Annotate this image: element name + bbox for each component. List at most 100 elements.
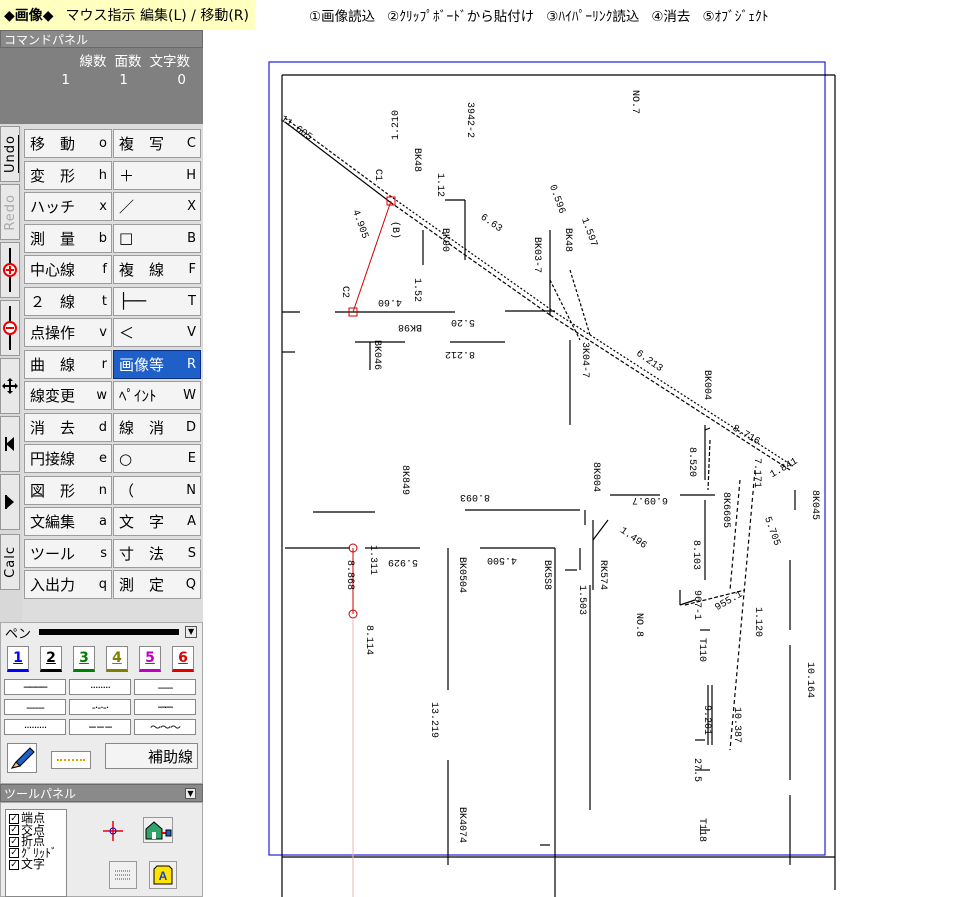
cmd-label: 中心線 xyxy=(30,261,76,279)
redo-button[interactable]: Redo xyxy=(0,184,20,240)
drawing-label: 27.5 xyxy=(691,758,702,782)
drawing-label: 5.929 xyxy=(388,556,418,567)
line-style-4[interactable]: -·-·-· xyxy=(69,699,131,715)
pen-number-2[interactable]: 2 xyxy=(40,646,62,672)
drawing-canvas[interactable]: 11.605 1.210 3942-2 NO.7 BK48 C1 1.12 4.905 (B) B… xyxy=(210,30,971,897)
drawing-label: 8.093 xyxy=(460,491,490,502)
cmd-right-8[interactable]: ﾍﾟｲﾝﾄ W xyxy=(113,381,201,410)
drawing-label: 6.09.7 xyxy=(632,494,668,505)
checkbox-icon[interactable]: ✓ xyxy=(9,859,19,870)
drawing-label: BK0504 xyxy=(456,557,467,593)
cmd-left-13[interactable]: ツール s xyxy=(24,538,112,568)
cursor-cross-icon[interactable] xyxy=(101,819,125,843)
cmd-shortcut: e xyxy=(99,451,107,466)
undo-button[interactable]: Undo xyxy=(0,126,20,182)
cmd-left-9[interactable]: 消 去d xyxy=(24,412,112,442)
cmd-shortcut: E xyxy=(187,451,196,466)
zoom-in-icon[interactable] xyxy=(0,242,20,298)
cmd-right-6[interactable]: ＜ V xyxy=(113,318,201,347)
drawing-label: 5.20 xyxy=(451,316,475,327)
cmd-right-10[interactable]: ○ E xyxy=(113,444,201,473)
aux-line-style-icon[interactable] xyxy=(51,751,91,769)
checkbox-icon[interactable]: ✓ xyxy=(9,825,19,835)
grid-dots-icon[interactable] xyxy=(109,861,137,889)
cmd-left-7[interactable]: 曲 線r xyxy=(24,349,112,379)
cmd-right-2[interactable]: ／ X xyxy=(113,192,201,221)
line-style-0[interactable]: ──── xyxy=(4,679,66,695)
home-transfer-icon[interactable] xyxy=(143,817,173,843)
zoom-out-icon[interactable] xyxy=(0,300,20,356)
drawing-label: BK98 xyxy=(398,321,422,332)
text-insert-icon[interactable]: A xyxy=(149,861,177,889)
cmd-left-4[interactable]: 中心線 f xyxy=(24,255,112,284)
next-icon[interactable] xyxy=(0,474,20,530)
checkbox-icon[interactable]: ✓ xyxy=(9,848,19,858)
menu-load-image[interactable]: ①画像読込 xyxy=(309,5,375,25)
cmd-label: 移 動 xyxy=(30,135,76,153)
menu-load-hyperlink[interactable]: ③ﾊｲﾊﾟｰﾘﾝｸ読込 xyxy=(546,5,639,25)
line-style-8[interactable]: 〜〜〜 xyxy=(134,719,196,735)
pen-dropdown-icon[interactable]: ▼ xyxy=(185,626,198,638)
cmd-right-5[interactable]: ├── T xyxy=(113,286,201,316)
snap-check-4[interactable]: ✓ 文字 xyxy=(9,858,45,870)
pencil-icon[interactable] xyxy=(7,743,37,773)
line-style-1[interactable]: ········ xyxy=(69,679,131,695)
line-style-2[interactable]: ----- xyxy=(134,679,196,695)
cmd-left-8[interactable]: 線変更 w xyxy=(24,381,112,410)
pen-number-3[interactable]: 3 xyxy=(73,646,95,672)
pen-number-1[interactable]: 1 xyxy=(7,646,29,672)
cmd-left-5[interactable]: ２ 線 t xyxy=(24,286,112,316)
drawing-label: C2 xyxy=(339,286,350,298)
cmd-right-1[interactable]: ＋ H xyxy=(113,160,201,190)
pan-icon[interactable] xyxy=(0,358,20,414)
cmd-shortcut: a xyxy=(99,514,107,529)
drawing-label: 8.212 xyxy=(445,348,475,359)
cmd-shortcut: N xyxy=(186,482,196,498)
cmd-left-12[interactable]: 文編集 a xyxy=(24,507,112,536)
cmd-left-14[interactable]: 入出力 q xyxy=(24,570,112,599)
drawing-label: 10.387 xyxy=(731,707,742,743)
line-style-6[interactable]: ········· xyxy=(4,719,66,735)
drawing-label: C1 xyxy=(372,169,383,181)
calc-button[interactable]: Calc xyxy=(0,534,20,590)
tool-panel-dropdown-icon[interactable]: ▼ xyxy=(185,788,196,799)
menu-object[interactable]: ⑤ｵﾌﾞｼﾞｪｸﾄ xyxy=(702,5,768,25)
drawing-label: 8K6605 xyxy=(720,492,731,528)
cmd-left-10[interactable]: 円接線 e xyxy=(24,444,112,473)
cmd-left-11[interactable]: 図 形n xyxy=(24,475,112,505)
cmd-right-9[interactable]: 線 消D xyxy=(113,412,201,442)
previous-icon[interactable] xyxy=(0,416,20,472)
aux-line-button[interactable]: 補助線 xyxy=(105,743,198,769)
cmd-left-0[interactable]: 移 動o xyxy=(24,129,112,158)
line-style-7[interactable]: ─ ─ ─ xyxy=(69,719,131,735)
pen-number-4[interactable]: 4 xyxy=(106,646,128,672)
menu-paste-clipboard[interactable]: ②ｸﾘｯﾌﾟﾎﾞｰﾄﾞから貼付け xyxy=(387,5,534,25)
cmd-right-3[interactable]: □ B xyxy=(113,223,201,253)
cmd-shortcut: S xyxy=(187,545,196,561)
cmd-right-14[interactable]: 測 定Q xyxy=(113,570,201,599)
line-style-3[interactable]: ------ xyxy=(4,699,66,715)
pen-number-5[interactable]: 5 xyxy=(139,646,161,672)
cmd-right-7[interactable]: 画像等 R xyxy=(113,349,201,379)
cmd-left-1[interactable]: 変 形h xyxy=(24,160,112,190)
line-style-5[interactable]: ─·─ xyxy=(134,699,196,715)
checkbox-icon[interactable]: ✓ xyxy=(9,836,19,847)
cmd-right-12[interactable]: 文 字A xyxy=(113,507,201,536)
cmd-left-2[interactable]: ハッチ x xyxy=(24,192,112,221)
drawing-label: 3K04-7 xyxy=(579,342,590,378)
pen-number-6[interactable]: 6 xyxy=(172,646,194,672)
cmd-right-4[interactable]: 複 線F xyxy=(113,255,201,284)
drawing-label: T118 xyxy=(696,818,707,842)
cmd-left-6[interactable]: 点操作 v xyxy=(24,318,112,347)
cmd-label: 画像等 xyxy=(119,355,165,374)
cmd-right-0[interactable]: 複 写C xyxy=(113,129,201,158)
pen-width-bar[interactable] xyxy=(39,629,180,635)
cmd-right-13[interactable]: 寸 法S xyxy=(113,538,201,568)
menu-delete[interactable]: ④消去 xyxy=(651,5,690,25)
checkbox-icon[interactable]: ✓ xyxy=(9,813,19,824)
cmd-left-3[interactable]: 測 量b xyxy=(24,223,112,253)
cmd-shortcut: H xyxy=(186,167,196,183)
cmd-shortcut: C xyxy=(186,136,196,151)
cmd-right-11[interactable]: （N xyxy=(113,475,201,505)
face-count-label: 面数 xyxy=(114,54,142,70)
